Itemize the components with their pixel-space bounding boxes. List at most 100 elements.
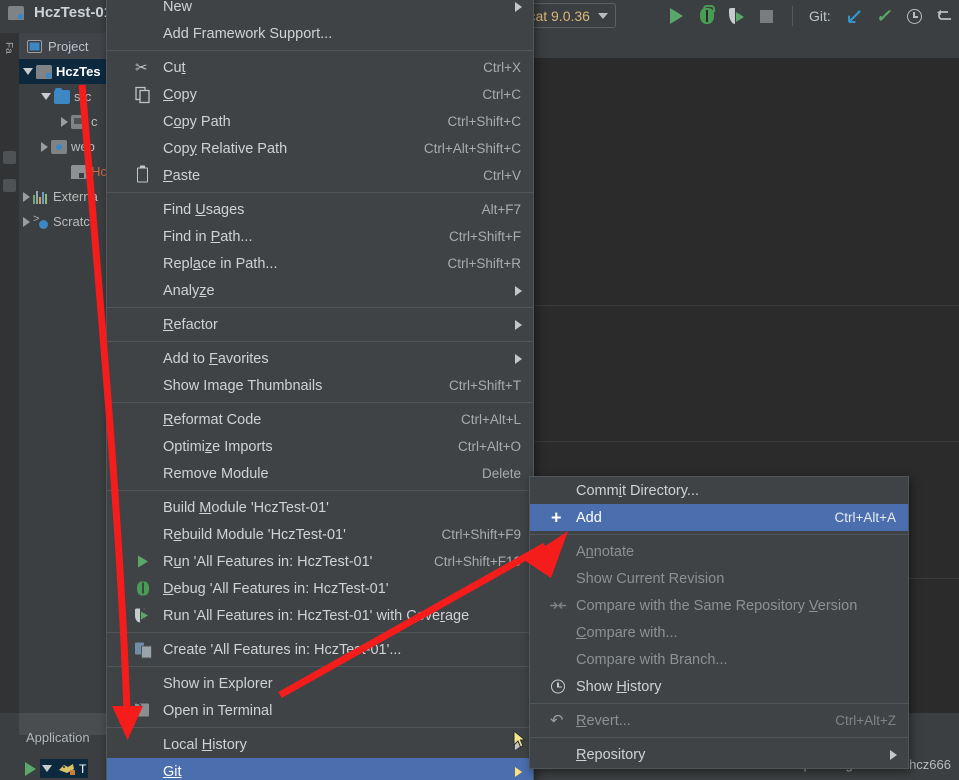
chevron-right-icon[interactable] [23,191,30,202]
menu-item-show-history[interactable]: Show History [530,673,908,700]
menu-item-show-in-explorer[interactable]: Show in Explorer [107,670,533,697]
menu-item-optimize-imports[interactable]: Optimize Imports Ctrl+Alt+O [107,433,533,460]
menu-item-accelerator: Ctrl+Shift+F9 [441,527,521,542]
menu-item-build-module[interactable]: Build Module 'HczTest-01' [107,494,533,521]
menu-item-label: Show History [576,678,662,695]
menu-item-copy-relative-path[interactable]: Copy Relative Path Ctrl+Alt+Shift+C [107,135,533,162]
package-folder-icon [71,114,87,129]
menu-item-accelerator: Ctrl+Shift+R [447,256,521,271]
menu-item-label: Add [576,509,602,526]
menu-item-show-current-revision: Show Current Revision [530,565,908,592]
menu-separator [107,727,533,728]
menu-item-label: Show in Explorer [163,675,273,692]
menu-item-add-framework-support[interactable]: Add Framework Support... [107,20,533,47]
module-folder-icon [8,5,24,20]
project-context-menu[interactable]: New Add Framework Support... Cut Ctrl+X … [106,0,534,780]
run-tree-selected-node[interactable]: T [40,759,89,778]
debug-icon[interactable] [698,4,716,26]
submenu-arrow-icon [515,353,522,364]
menu-item-paste[interactable]: Paste Ctrl+V [107,162,533,189]
menu-item-label: Compare with... [576,624,678,641]
tree-item-label: HczTes [56,64,101,79]
menu-item-accelerator: Ctrl+Shift+T [448,378,521,393]
chevron-right-icon[interactable] [61,116,68,127]
menu-item-rebuild-module[interactable]: Rebuild Module 'HczTest-01' Ctrl+Shift+F… [107,521,533,548]
menu-item-find-in-path[interactable]: Find in Path... Ctrl+Shift+F [107,223,533,250]
git-update-icon[interactable] [845,7,863,26]
menu-item-label: Show Current Revision [576,570,725,587]
menu-item-label: Revert... [576,712,631,729]
menu-item-add[interactable]: + Add Ctrl+Alt+A [530,504,908,531]
application-tool-label: Application [26,730,90,745]
menu-item-repository[interactable]: Repository [530,741,908,768]
run-icon[interactable] [25,761,36,776]
menu-item-remove-module[interactable]: Remove Module Delete [107,460,533,487]
source-folder-icon [54,87,70,104]
chevron-right-icon[interactable] [41,141,48,152]
toolbar-separator [792,6,793,26]
menu-item-label: Rebuild Module 'HczTest-01' [163,526,346,543]
menu-item-label: Copy Path [163,113,231,130]
menu-item-show-image-thumbnails[interactable]: Show Image Thumbnails Ctrl+Shift+T [107,372,533,399]
menu-item-run-with-coverage[interactable]: Run 'All Features in: HczTest-01' with C… [107,602,533,629]
chevron-right-icon[interactable] [23,216,30,227]
menu-item-accelerator: Ctrl+Alt+L [460,412,521,427]
menu-item-new[interactable]: New [107,0,533,20]
menu-item-git[interactable]: Git [107,758,533,780]
chevron-down-icon[interactable] [41,93,51,100]
menu-item-local-history[interactable]: Local History [107,731,533,758]
git-rollback-icon[interactable] [935,7,953,26]
menu-item-debug-all-features[interactable]: Debug 'All Features in: HczTest-01' [107,575,533,602]
menu-item-accelerator: Ctrl+C [482,87,521,102]
menu-item-commit-directory[interactable]: Commit Directory... [530,477,908,504]
menu-item-refactor[interactable]: Refactor [107,311,533,338]
bookmarks-strip-icon[interactable] [3,179,16,192]
menu-item-cut[interactable]: Cut Ctrl+X [107,54,533,81]
run-icon[interactable] [668,7,686,26]
menu-item-compare-same-repository-version: Compare with the Same Repository Version [530,592,908,619]
submenu-arrow-icon [515,1,522,12]
menu-item-label: Commit Directory... [576,482,700,499]
git-commit-icon[interactable]: ✓ [875,7,893,26]
project-title-text: HczTest-01 [34,4,113,21]
submenu-arrow-icon [515,319,522,330]
tree-item-label: Externa [53,189,98,204]
git-label: Git: [809,8,831,24]
menu-separator [107,402,533,403]
menu-item-analyze[interactable]: Analyze [107,277,533,304]
menu-item-copy-path[interactable]: Copy Path Ctrl+Shift+C [107,108,533,135]
menu-item-label: Create 'All Features in: HczTest-01'... [163,641,402,658]
chevron-down-icon[interactable] [42,765,52,772]
tree-item-label: Scratcl [53,214,93,229]
toolbar-actions: Git: ✓ [668,4,953,26]
menu-separator [107,192,533,193]
menu-item-accelerator: Ctrl+V [483,168,521,183]
run-with-coverage-icon[interactable] [728,7,746,26]
chevron-down-icon[interactable] [23,68,33,75]
menu-item-replace-in-path[interactable]: Replace in Path... Ctrl+Shift+R [107,250,533,277]
terminal-icon [135,700,152,719]
menu-item-run-all-features[interactable]: Run 'All Features in: HczTest-01' Ctrl+S… [107,548,533,575]
menu-item-find-usages[interactable]: Find Usages Alt+F7 [107,196,533,223]
menu-separator [107,50,533,51]
menu-item-label: Cut [163,59,186,76]
menu-separator [107,341,533,342]
menu-separator [530,737,908,738]
git-history-icon[interactable] [905,7,923,26]
menu-item-copy[interactable]: Copy Ctrl+C [107,81,533,108]
menu-item-create-config[interactable]: Create 'All Features in: HczTest-01'... [107,636,533,663]
structure-strip-icon[interactable] [3,151,16,164]
web-folder-icon [51,139,67,154]
menu-item-label: Debug 'All Features in: HczTest-01' [163,580,389,597]
favorites-strip-tab[interactable]: Fa [3,41,14,79]
menu-item-reformat-code[interactable]: Reformat Code Ctrl+Alt+L [107,406,533,433]
menu-separator [530,703,908,704]
create-config-icon [135,641,152,658]
menu-item-add-to-favorites[interactable]: Add to Favorites [107,345,533,372]
menu-item-compare-with: Compare with... [530,619,908,646]
plus-icon: + [551,507,562,527]
stop-icon[interactable] [758,7,776,26]
git-submenu[interactable]: Commit Directory... + Add Ctrl+Alt+A Ann… [529,476,909,769]
menu-item-label: Copy Relative Path [163,140,288,157]
menu-item-open-in-terminal[interactable]: Open in Terminal [107,697,533,724]
